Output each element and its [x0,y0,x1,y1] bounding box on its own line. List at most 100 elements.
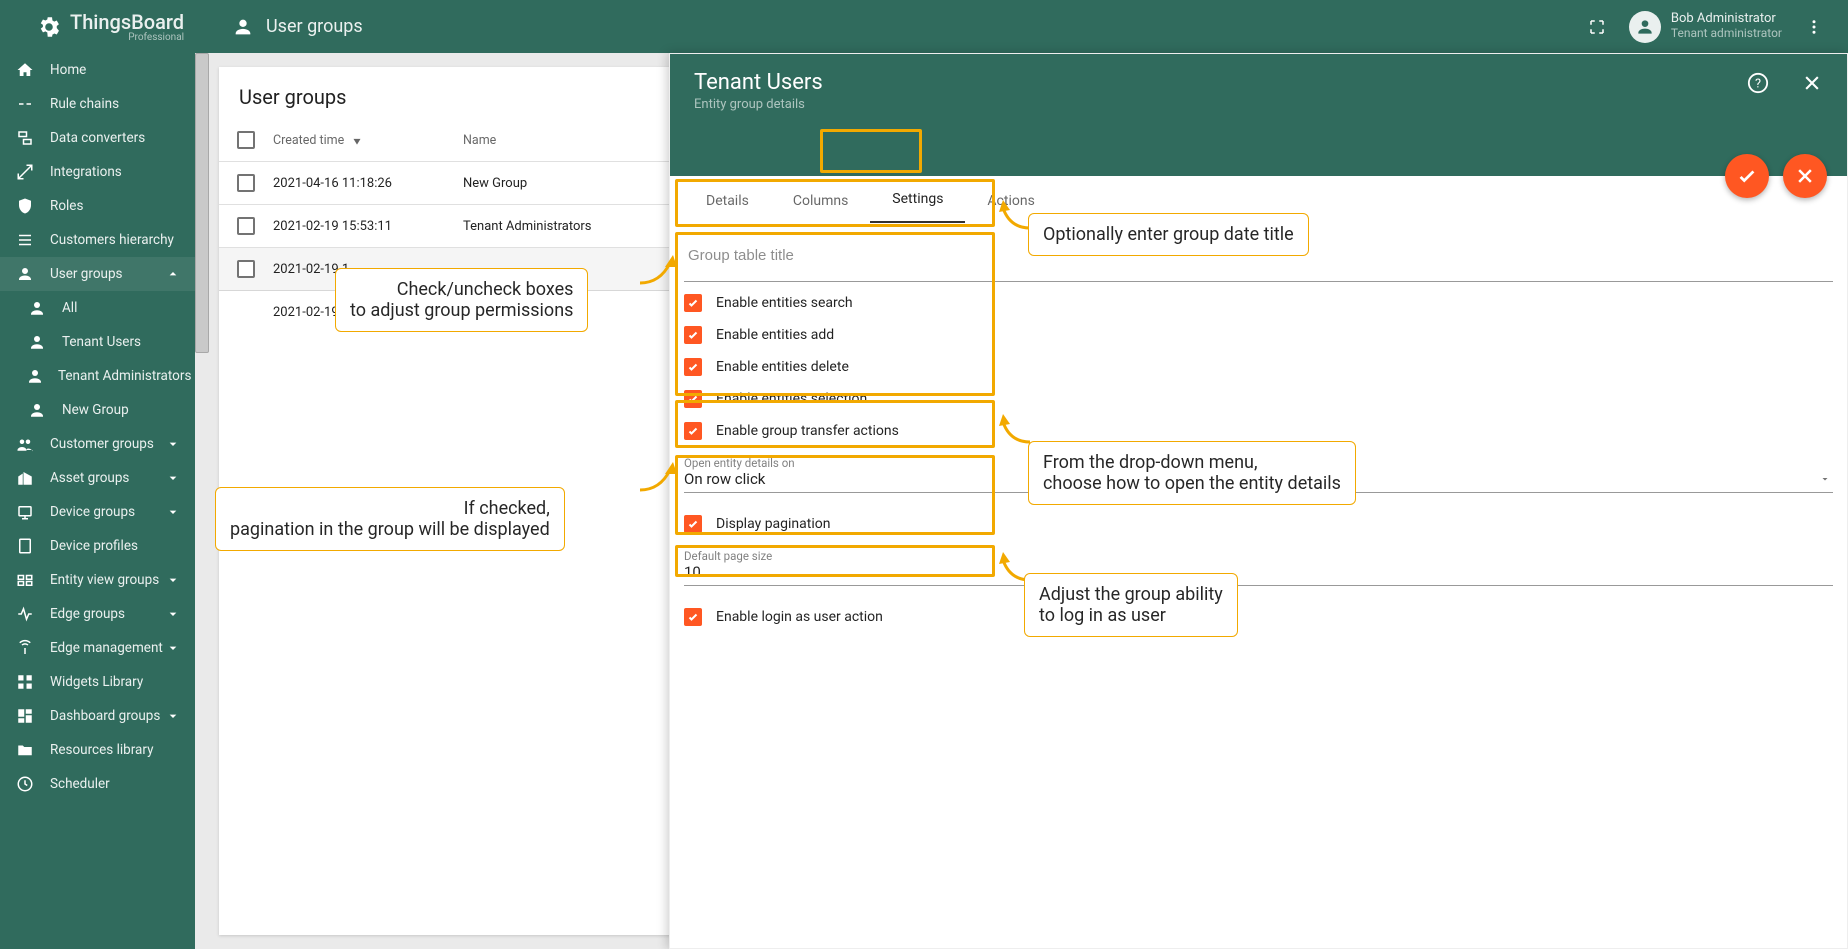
brand-name: ThingsBoard [70,10,184,34]
sidebar-sub-new-group[interactable]: New Group [0,393,195,427]
sidebar-item-edge-management[interactable]: Edge management [0,631,195,665]
checkbox[interactable] [684,608,702,626]
sidebar-item-entity-view-groups[interactable]: Entity view groups [0,563,195,597]
row-checkbox[interactable] [237,174,255,192]
sidebar-item-edge-groups[interactable]: Edge groups [0,597,195,631]
sidebar-item-rule-chains[interactable]: Rule chains [0,87,195,121]
chevron-down-icon [165,470,181,486]
sidebar-item-dashboard-groups[interactable]: Dashboard groups [0,699,195,733]
sidebar-item-widgets-library[interactable]: Widgets Library [0,665,195,699]
asset-icon [14,469,36,487]
sidebar-item-data-converters[interactable]: Data converters [0,121,195,155]
shield-icon [14,197,36,215]
avatar[interactable] [1629,11,1661,43]
sidebar-item-customer-groups[interactable]: Customer groups [0,427,195,461]
check-label: Enable group transfer actions [716,423,899,439]
sidebar-item-label: Home [50,62,86,78]
sidebar-item-label: Edge management [50,640,163,656]
user-groups-icon [14,265,36,283]
sidebar-item-customers-hierarchy[interactable]: Customers hierarchy [0,223,195,257]
check-label: Enable entities search [716,295,853,311]
tab-columns[interactable]: Columns [771,179,870,223]
chevron-down-icon [165,436,181,452]
entity-view-icon [14,571,36,589]
checkbox[interactable] [684,422,702,440]
sidebar-item-label: Roles [50,198,83,214]
sidebar-sub-tenant-admins[interactable]: Tenant Administrators [0,359,195,393]
sidebar-item-label: Customers hierarchy [50,232,174,248]
tab-settings[interactable]: Settings [870,177,965,223]
sidebar-item-integrations[interactable]: Integrations [0,155,195,189]
sidebar-item-resources-library[interactable]: Resources library [0,733,195,767]
sidebar-sub-all[interactable]: All [0,291,195,325]
sidebar-item-device-groups[interactable]: Device groups [0,495,195,529]
hierarchy-icon [14,231,36,249]
check-label: Display pagination [716,516,830,532]
people-icon [14,435,36,453]
tab-details[interactable]: Details [684,179,771,223]
checkbox[interactable] [684,515,702,533]
col-created[interactable]: Created time [273,133,344,148]
sidebar-item-label: Customer groups [50,436,154,452]
anno-open-details: From the drop-down menu, choose how to o… [1028,441,1356,505]
home-icon [14,61,36,79]
sidebar-item-scheduler[interactable]: Scheduler [0,767,195,801]
cell-created: 2021-04-16 11:18:26 [273,176,463,191]
checkbox[interactable] [684,390,702,408]
checkbox[interactable] [684,358,702,376]
anno-login: Adjust the group ability to log in as us… [1024,573,1238,637]
sidebar-item-label: New Group [62,402,129,418]
widgets-icon [14,673,36,691]
row-checkbox[interactable] [237,260,255,278]
rule-chain-icon [14,95,36,113]
panel-title: Tenant Users [670,54,1847,97]
svg-text:?: ? [1755,77,1761,92]
sidebar-scroll-thumb[interactable] [195,53,209,353]
check-label: Enable entities add [716,327,834,343]
chevron-down-icon [165,572,181,588]
sidebar-item-label: Edge groups [50,606,125,622]
sidebar-item-label: Resources library [50,742,153,758]
cancel-fab[interactable] [1783,154,1827,198]
antenna-icon [14,639,36,657]
check-label: Enable login as user action [716,609,883,625]
checkbox[interactable] [684,294,702,312]
more-icon[interactable] [1798,11,1830,43]
panel-sub: Entity group details [670,97,1847,112]
sidebar-item-label: Device groups [50,504,135,520]
user-role: Tenant administrator [1671,27,1782,41]
user-name: Bob Administrator [1671,12,1782,27]
sidebar-item-user-groups[interactable]: User groups [0,257,195,291]
select-all-checkbox[interactable] [237,131,255,149]
close-icon[interactable] [1793,64,1831,102]
sidebar-item-label: Asset groups [50,470,129,486]
sidebar: Home Rule chains Data converters Integra… [0,53,195,949]
sidebar-item-roles[interactable]: Roles [0,189,195,223]
sidebar-item-label: Data converters [50,130,145,146]
page-size-value: 10 [684,563,1833,581]
page-size-field[interactable]: Default page size 10 [684,549,1833,586]
person-icon [26,333,48,351]
page-title: User groups [266,16,363,37]
help-icon[interactable]: ? [1739,64,1777,102]
chevron-down-icon [165,504,181,520]
folder-icon [14,741,36,759]
open-details-value: On row click [684,470,765,488]
sidebar-item-asset-groups[interactable]: Asset groups [0,461,195,495]
accept-fab[interactable] [1725,154,1769,198]
person-icon [26,367,44,385]
integration-icon [14,163,36,181]
checkbox[interactable] [684,326,702,344]
sidebar-item-home[interactable]: Home [0,53,195,87]
row-checkbox[interactable] [237,217,255,235]
sidebar-sub-tenant-users[interactable]: Tenant Users [0,325,195,359]
sidebar-item-label: Device profiles [50,538,138,554]
chevron-down-icon [165,606,181,622]
page-size-label: Default page size [684,549,1833,563]
sidebar-item-label: Scheduler [50,776,110,792]
anno-perms: Check/uncheck boxes to adjust group perm… [335,268,588,332]
profile-icon [14,537,36,555]
sidebar-item-label: Tenant Users [62,334,141,350]
fullscreen-icon[interactable] [1581,11,1613,43]
sidebar-item-device-profiles[interactable]: Device profiles [0,529,195,563]
